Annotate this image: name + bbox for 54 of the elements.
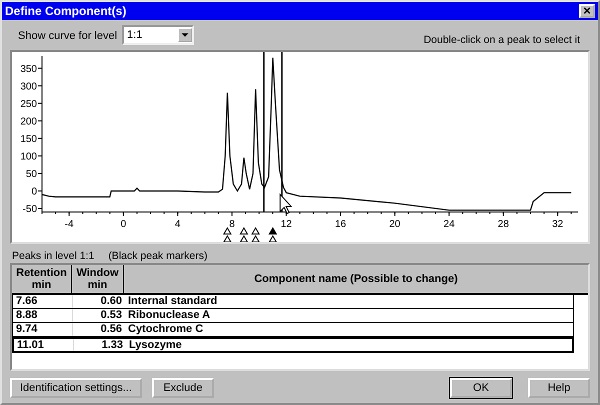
y-tick-label: -50 <box>22 204 37 215</box>
close-button[interactable]: × <box>579 4 595 18</box>
table-cell: 11.01 <box>14 339 74 351</box>
dialog-button[interactable]: OK <box>450 378 512 398</box>
x-tick-label: 12 <box>280 219 292 230</box>
table-cell-text: 0.60 <box>100 295 123 308</box>
peaks-note: (Black peak markers) <box>108 250 208 262</box>
y-tick-label: 250 <box>20 98 37 110</box>
y-tick-label: 300 <box>20 81 37 92</box>
y-tick-label: 200 <box>20 116 37 128</box>
y-tick-label: 350 <box>20 64 37 75</box>
dialog-button[interactable]: Help <box>528 378 590 398</box>
peak-marker[interactable] <box>251 227 260 234</box>
table-cell-text: Internal standard <box>127 295 218 308</box>
table-row[interactable]: 11.01 1.33 Lysozyme <box>12 337 574 353</box>
peak-marker[interactable] <box>240 227 248 234</box>
dialog-button[interactable]: Identification settings... <box>10 378 142 398</box>
table-cell-text: Cytochrome C <box>127 323 204 336</box>
column-header[interactable]: Component name (Possible to change) <box>124 265 588 293</box>
x-tick-label: 20 <box>389 219 400 230</box>
table-cell-text: 1.33 <box>100 339 124 351</box>
level-dropdown[interactable]: 1:1 <box>122 25 194 45</box>
table-row[interactable]: 8.88 0.53 Ribonuclease A <box>12 309 574 323</box>
peak-marker[interactable] <box>222 227 232 234</box>
dialog-button[interactable]: Exclude <box>152 378 214 398</box>
x-tick-label: 0 <box>120 219 126 230</box>
mouse-cursor-icon <box>280 193 292 214</box>
column-header[interactable]: Window min <box>72 265 124 293</box>
table-row[interactable]: 9.74 0.56 Cytochrome C <box>12 323 574 337</box>
y-tick-label: 0 <box>31 186 37 198</box>
peaks-label: Peaks in level 1:1 <box>12 250 94 262</box>
window-title: Define Component(s) <box>5 4 126 18</box>
table-cell-text: 0.56 <box>100 323 123 336</box>
y-tick-label: 50 <box>26 168 37 180</box>
peak-marker[interactable] <box>268 227 278 234</box>
x-tick-label: 24 <box>444 219 455 230</box>
x-tick-label: 16 <box>334 219 346 230</box>
x-tick-label: 28 <box>498 219 509 230</box>
table-cell-text: Ribonuclease A <box>127 309 212 322</box>
table-cell: 7.66 <box>13 295 73 308</box>
x-tick-label: 8 <box>229 219 235 230</box>
table-cell: 9.74 <box>13 323 73 336</box>
x-tick-label: -4 <box>64 219 74 230</box>
table-cell: 8.88 <box>13 309 73 322</box>
y-tick-label: 150 <box>20 134 37 145</box>
column-header[interactable]: Retention min <box>12 265 72 293</box>
table-cell-text: 0.53 <box>100 309 123 322</box>
table-cell-text: Lysozyme <box>128 339 183 351</box>
level-label: Show curve for level <box>18 30 118 42</box>
hint-text: Double-click on a peak to select it <box>424 34 580 46</box>
table-row[interactable]: 7.66 0.60 Internal standard <box>12 295 574 309</box>
x-tick-label: 4 <box>174 219 180 230</box>
x-tick-label: 32 <box>552 219 564 230</box>
y-tick-label: 100 <box>20 151 37 162</box>
